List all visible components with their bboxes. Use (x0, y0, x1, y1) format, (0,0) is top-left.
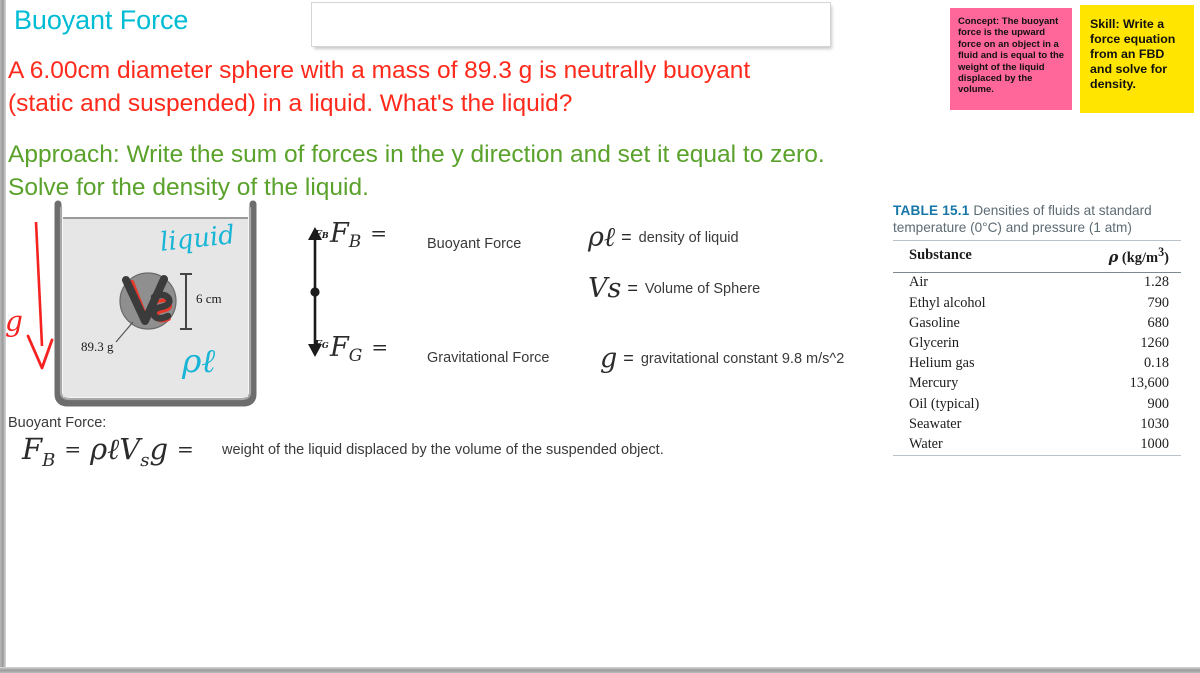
mass-label: 89.3 g (81, 339, 114, 354)
fg-subscript: G (348, 346, 363, 366)
definition-meaning: density of liquid (638, 230, 739, 246)
table-caption: TABLE 15.1 Densities of fluids at standa… (893, 203, 1181, 236)
skill-callout: Skill: Write a force equation from an FB… (1080, 5, 1194, 113)
fbd-up-force-label: FB (314, 228, 329, 241)
slide-canvas: Buoyant Force A 6.00cm diameter sphere w… (0, 0, 1200, 673)
skill-text: Skill: Write a force equation from an FB… (1090, 17, 1176, 91)
buoyant-force-name: Buoyant Force (427, 236, 522, 252)
cell-density: 790 (1147, 294, 1169, 311)
cell-substance: Oil (typical) (909, 395, 980, 412)
table-row: Mercury 13,600 (893, 374, 1181, 394)
bf-equals-2: = (177, 437, 194, 461)
cell-density: 13,600 (1129, 375, 1169, 392)
problem-line-1: A 6.00cm diameter sphere with a mass of … (8, 57, 751, 84)
definition-meaning: Volume of Sphere (644, 281, 761, 297)
cell-density: 1260 (1140, 334, 1169, 351)
buoyant-force-description: weight of the liquid displaced by the vo… (222, 442, 664, 458)
definition-equals: = (623, 348, 634, 368)
cell-substance: Ethyl alcohol (909, 294, 986, 311)
fg-symbol: F (330, 332, 349, 363)
approach-statement: Approach: Write the sum of forces in the… (8, 138, 948, 204)
diameter-label: 6 cm (196, 291, 222, 306)
table-row: Helium gas 0.18 (893, 354, 1181, 374)
fbd-down-force-label: FG (314, 338, 329, 351)
concept-text: Concept: The buoyant force is the upward… (958, 16, 1065, 96)
cell-density: 1030 (1140, 415, 1169, 432)
table-number: TABLE 15.1 (893, 203, 970, 218)
table-header-row: Substance ρ (kg/m3) (893, 240, 1181, 273)
fb-equals: = (370, 221, 387, 245)
buoyant-force-equation: FB = ρℓVsg = (22, 432, 203, 471)
bf-rhs: ρℓV (90, 432, 141, 466)
definition-symbol: ρ (588, 222, 604, 253)
table-row: Ethyl alcohol 790 (893, 293, 1181, 313)
page-title: Buoyant Force (14, 5, 189, 35)
buoyant-force-section-label: Buoyant Force: (8, 415, 107, 431)
problem-line-2: (static and suspended) in a liquid. What… (8, 90, 573, 117)
definition-symbol: V (588, 273, 608, 304)
density-table-panel: TABLE 15.1 Densities of fluids at standa… (893, 203, 1181, 456)
definition-gravity: g = gravitational constant 9.8 m/s^2 (600, 343, 844, 374)
problem-statement: A 6.00cm diameter sphere with a mass of … (8, 54, 888, 120)
fb-subscript: B (348, 232, 362, 252)
window-bottom-edge (0, 667, 1200, 673)
table-row: Seawater 1030 (893, 414, 1181, 434)
bf-lhs-sub: B (42, 450, 56, 471)
fg-equals: = (371, 335, 389, 359)
definition-density: ρℓ = density of liquid (588, 222, 739, 253)
gravity-label: g (5, 305, 23, 338)
table-row: Gasoline 680 (893, 313, 1181, 333)
bf-equals-1: = (64, 437, 82, 461)
table-row: Air 1.28 (893, 272, 1181, 293)
concept-callout: Concept: The buoyant force is the upward… (950, 8, 1072, 110)
table-row: Glycerin 1260 (893, 333, 1181, 353)
gravity-arrow-icon (26, 221, 54, 370)
bf-rhs-tail: g (149, 432, 169, 466)
gravitational-force-name: Gravitational Force (427, 350, 550, 366)
empty-textbox[interactable] (311, 2, 831, 47)
cell-substance: Mercury (909, 375, 959, 392)
bf-lhs: F (22, 432, 43, 466)
cell-substance: Air (909, 274, 929, 291)
cell-density: 680 (1147, 314, 1169, 331)
cell-substance: Gasoline (909, 314, 960, 331)
approach-line-1: Approach: Write the sum of forces in the… (8, 141, 825, 168)
table-row: Oil (typical) 900 (893, 394, 1181, 414)
cell-density: 1000 (1054, 434, 1181, 456)
table-row: Water 1000 (893, 434, 1181, 456)
cell-density: 900 (1147, 395, 1169, 412)
density-table: Substance ρ (kg/m3) Air 1.28 Ethyl alcohol… (893, 240, 1181, 456)
definition-subscript: ℓ (603, 222, 616, 253)
cell-substance: Water (893, 434, 1055, 456)
definition-equals: = (627, 278, 638, 298)
column-header-substance: Substance (893, 240, 1055, 273)
cell-substance: Helium gas (909, 355, 975, 372)
liquid-density-annotation: ρℓ (182, 341, 216, 380)
column-header-density: ρ (kg/m3) (1054, 240, 1181, 273)
definition-symbol: g (600, 343, 618, 374)
table-header: Substance ρ (kg/m3) (893, 240, 1181, 273)
cell-density: 0.18 (1143, 355, 1169, 372)
cell-substance: Glycerin (909, 334, 960, 351)
definition-volume: Vs = Volume of Sphere (588, 273, 760, 304)
definition-equals: = (621, 227, 632, 247)
table-body: Air 1.28 Ethyl alcohol 790 Gasoline 680 Glycer… (893, 272, 1181, 456)
fb-symbol: F (330, 218, 349, 249)
cell-substance: Seawater (909, 415, 962, 432)
definition-meaning: gravitational constant 9.8 m/s^2 (640, 351, 845, 367)
handwritten-gravitational-force-symbol: FG = (330, 332, 388, 366)
definition-subscript: s (607, 273, 622, 304)
cell-density: 1.28 (1143, 274, 1169, 291)
handwritten-buoyant-force-symbol: FB = (330, 218, 387, 252)
